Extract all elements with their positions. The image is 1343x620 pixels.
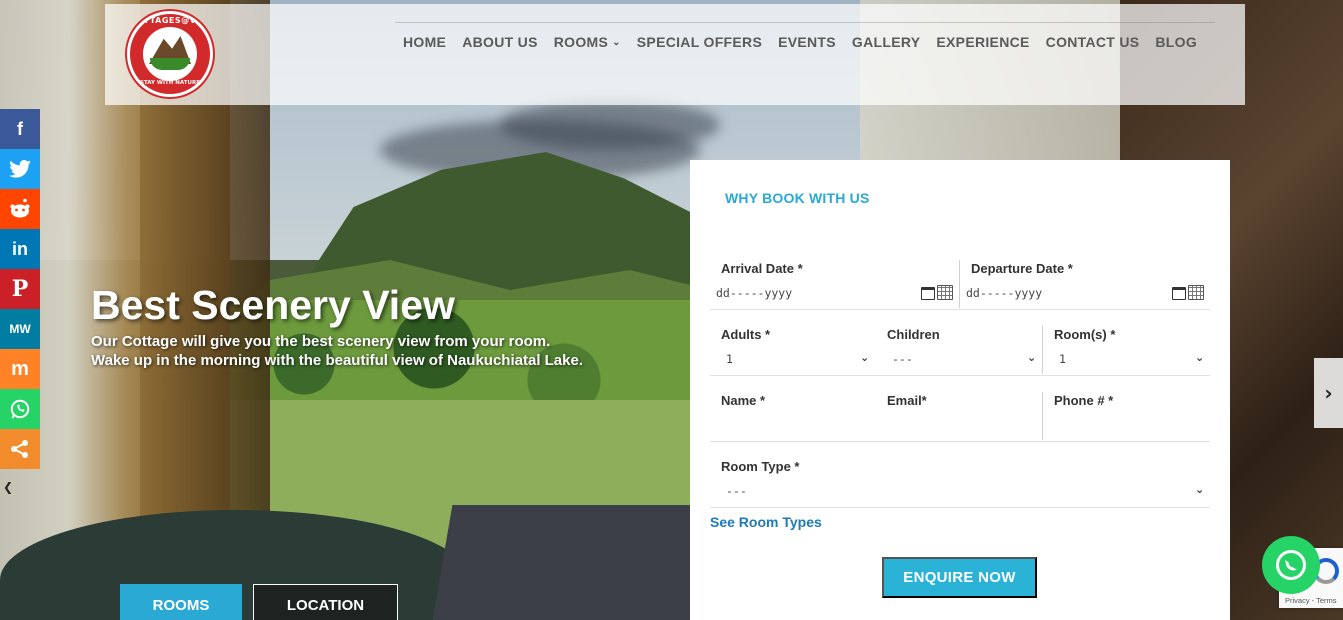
nav-events[interactable]: EVENTS — [778, 34, 836, 50]
field-divider — [959, 260, 960, 308]
email-label: Email* — [887, 393, 927, 408]
whatsapp-share-icon[interactable]: w — [0, 389, 40, 429]
email-input[interactable] — [882, 414, 1032, 436]
logo-top-text: COTTAGES@VILLAGE — [130, 16, 211, 25]
whatsapp-glyph-icon — [10, 399, 30, 419]
twitter-icon[interactable]: t — [0, 149, 40, 189]
calendar-icon[interactable] — [921, 287, 935, 300]
hero-subtitle: Our Cottage will give you the best scene… — [91, 333, 584, 369]
nav-experience[interactable]: EXPERIENCE — [936, 34, 1029, 50]
calendar-grid-icon[interactable] — [1188, 285, 1204, 300]
see-room-types-link[interactable]: See Room Types — [710, 514, 822, 530]
mix-icon[interactable]: m — [0, 349, 40, 389]
nav-divider — [395, 22, 1215, 23]
rooms-button[interactable]: ROOMS — [120, 584, 242, 620]
row-divider — [710, 441, 1210, 442]
departure-date-input[interactable]: dd-----yyyy — [966, 286, 1042, 300]
collapse-share-icon[interactable]: ❮ — [3, 480, 13, 494]
calendar-icon[interactable] — [1172, 287, 1186, 300]
booking-title: WHY BOOK WITH US — [725, 190, 870, 206]
name-label: Name * — [721, 393, 766, 408]
chevron-right-icon[interactable]: › — [1314, 358, 1343, 428]
twitter-bird-icon — [9, 160, 31, 178]
phone-icon — [1285, 558, 1297, 572]
row-divider — [710, 309, 1210, 310]
main-nav: HOME ABOUT US ROOMS ⌄ SPECIAL OFFERS EVE… — [403, 34, 1213, 50]
children-label: Children — [887, 327, 940, 342]
calendar-grid-icon[interactable] — [937, 285, 953, 300]
room-type-select[interactable]: --- — [726, 484, 747, 498]
children-select[interactable]: --- — [892, 352, 913, 366]
facebook-icon[interactable]: f — [0, 109, 40, 149]
chevron-down-icon[interactable]: ⌄ — [1195, 483, 1204, 496]
nav-about-us[interactable]: ABOUT US — [462, 34, 538, 50]
nav-contact-us[interactable]: CONTACT US — [1046, 34, 1140, 50]
adults-select[interactable]: 1 — [726, 352, 733, 366]
chevron-down-icon[interactable]: ⌄ — [1195, 351, 1204, 364]
social-share-bar: f t r in P MW m w < — [0, 109, 40, 469]
whatsapp-chat-button[interactable] — [1262, 536, 1320, 594]
linkedin-glyph: in — [12, 238, 28, 259]
nav-special-offers[interactable]: SPECIAL OFFERS — [637, 34, 762, 50]
field-divider — [1042, 392, 1043, 440]
hero-title: Best Scenery View — [91, 282, 455, 328]
pinterest-glyph: P — [11, 276, 29, 302]
nav-gallery[interactable]: GALLERY — [852, 34, 920, 50]
mix-glyph: m — [11, 357, 29, 380]
rooms-select[interactable]: 1 — [1059, 352, 1066, 366]
departure-date-label: Departure Date * — [971, 261, 1073, 276]
booking-panel: WHY BOOK WITH US Arrival Date * dd-----y… — [690, 160, 1230, 620]
site-logo[interactable]: COTTAGES@VILLAGE STAY WITH NATURE — [127, 11, 213, 97]
logo-bottom-text: STAY WITH NATURE — [140, 80, 200, 86]
logo-grass-icon — [150, 58, 190, 70]
chevron-down-icon[interactable]: ⌄ — [860, 351, 869, 364]
rooms-label: Room(s) * — [1054, 327, 1116, 342]
nav-rooms-label: ROOMS — [553, 34, 609, 50]
row-divider — [710, 375, 1210, 376]
mewe-icon[interactable]: MW — [0, 309, 40, 349]
nav-rooms[interactable]: ROOMS ⌄ — [554, 34, 621, 50]
hero-cloud — [500, 100, 720, 150]
pinterest-icon[interactable]: P — [0, 269, 40, 309]
nav-blog[interactable]: BLOG — [1155, 34, 1197, 50]
nav-home[interactable]: HOME — [403, 34, 446, 50]
whatsapp-icon — [1276, 550, 1306, 580]
chevron-down-icon[interactable]: ⌄ — [1027, 351, 1036, 364]
linkedin-icon[interactable]: in — [0, 229, 40, 269]
site-header: COTTAGES@VILLAGE STAY WITH NATURE HOME A… — [105, 4, 1245, 105]
name-input[interactable] — [716, 414, 866, 436]
phone-label: Phone # * — [1054, 393, 1114, 408]
adults-label: Adults * — [721, 327, 771, 342]
enquire-now-button[interactable]: ENQUIRE NOW — [882, 557, 1037, 598]
mewe-glyph: MW — [9, 322, 31, 336]
recaptcha-text[interactable]: Privacy - Terms — [1285, 596, 1337, 605]
location-button[interactable]: LOCATION — [253, 584, 398, 620]
hero-table — [430, 505, 710, 620]
reddit-alien-icon — [10, 198, 30, 218]
share-nodes-icon — [11, 440, 28, 458]
room-type-label: Room Type * — [721, 459, 800, 474]
share-icon[interactable]: < — [0, 429, 40, 469]
chevron-down-icon: ⌄ — [612, 36, 621, 48]
facebook-glyph: f — [17, 118, 23, 139]
field-divider — [1042, 326, 1043, 374]
arrival-date-input[interactable]: dd-----yyyy — [716, 286, 792, 300]
arrival-date-label: Arrival Date * — [721, 261, 803, 276]
phone-input[interactable] — [1049, 414, 1199, 436]
row-divider — [710, 507, 1210, 508]
reddit-icon[interactable]: r — [0, 189, 40, 229]
